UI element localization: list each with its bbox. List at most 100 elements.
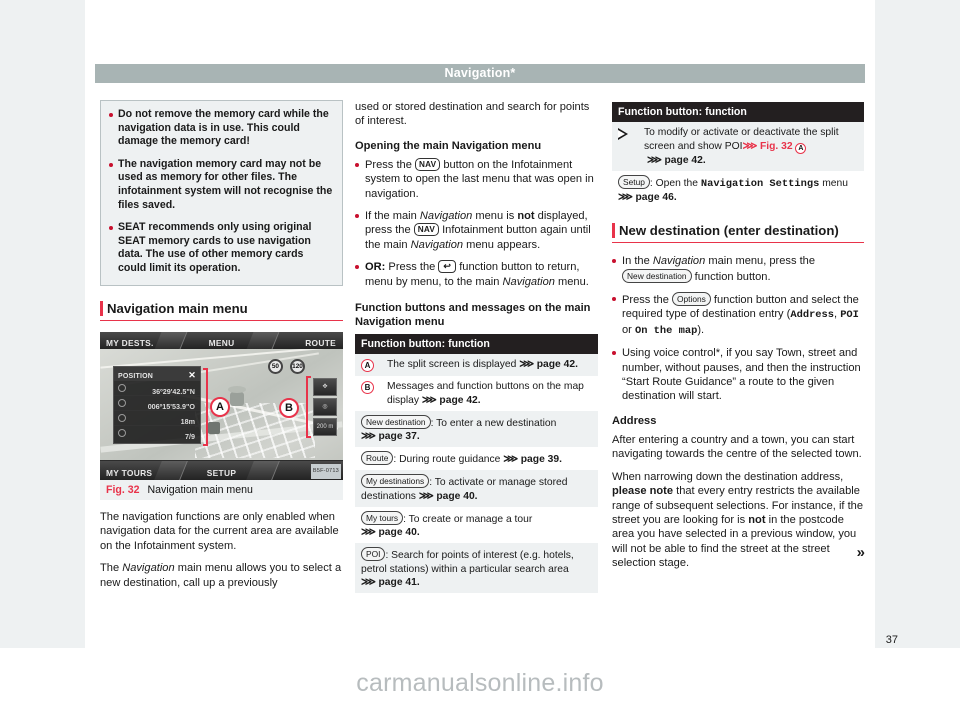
callout-bracket-a <box>203 367 208 446</box>
tab-my-dests[interactable]: MY DESTS. <box>106 336 154 350</box>
warning-item-3: SEAT recommends only using original SEAT… <box>109 221 334 275</box>
warning-item-2-text: The navigation memory card may not be us… <box>118 157 333 211</box>
table-row-text: Messages and function buttons on the map… <box>387 381 584 406</box>
tab-divider <box>154 460 188 480</box>
map-center-button[interactable]: ◎ <box>313 397 337 416</box>
page-ref[interactable]: ⋙ page 37. <box>361 431 420 442</box>
bullet-press-nav-button: Press the NAV button on the Infotainment… <box>355 157 598 201</box>
position-panel-title: POSITION <box>118 372 154 380</box>
map-pan-button[interactable]: ✥ <box>313 377 337 396</box>
subhead-address: Address <box>612 414 657 427</box>
figure-navigation-main-menu: 50 120 POSITION ✕ 36º29'42.5"N 006º15'53… <box>100 331 343 500</box>
tab-menu[interactable]: MENU <box>209 336 235 350</box>
map-side-buttons: ✥ ◎ 200 m <box>313 377 337 438</box>
tab-divider <box>246 460 280 480</box>
setup-button[interactable]: Setup <box>618 174 650 189</box>
warning-item-3-text: SEAT recommends only using original SEAT… <box>118 221 312 274</box>
page-ref[interactable]: ⋙ page 41. <box>361 577 420 588</box>
map-building <box>228 385 246 393</box>
function-button-table-right: Function button: function To modify or a… <box>612 102 864 209</box>
screen-top-tabbar: MY DESTS. MENU ROUTE <box>100 331 343 350</box>
tab-setup[interactable]: SETUP <box>207 466 236 480</box>
table-row: My destinations: To activate or manage s… <box>355 470 598 507</box>
continue-marker: » <box>856 544 866 562</box>
figure-caption-text: Navigation main menu <box>147 483 253 496</box>
page-ref[interactable]: ⋙ page 40. <box>419 491 478 502</box>
page-left-margin <box>0 0 85 648</box>
page-right-margin <box>875 0 960 648</box>
right-column: Function button: function To modify or a… <box>612 100 866 579</box>
callout-label-b: B <box>279 397 299 418</box>
table-row-text: The split screen is displayed ⋙ page 42. <box>387 359 578 371</box>
speed-sign-limit: 120 <box>290 358 305 374</box>
new-destination-button[interactable]: New destination <box>622 268 692 283</box>
position-satellites-value: 7/9 <box>185 431 195 441</box>
poi-button[interactable]: POI <box>361 547 386 562</box>
tab-divider <box>154 331 188 349</box>
tab-route[interactable]: ROUTE <box>305 336 336 350</box>
left-paragraph-2: The Navigation main menu allows you to s… <box>100 562 342 589</box>
or-label: OR: <box>365 261 386 274</box>
table-row-text: My tours: To create or manage a tour ⋙ p… <box>361 510 533 539</box>
speed-sign-current: 50 <box>267 358 283 374</box>
my-destinations-button[interactable]: My destinations <box>361 474 430 489</box>
running-head: Navigation* <box>95 64 865 83</box>
page-ref[interactable]: ⋙ page 42. <box>647 155 706 166</box>
new-destination-button[interactable]: New destination <box>361 414 431 429</box>
manual-page: Navigation* Do not remove the memory car… <box>0 0 960 708</box>
middle-column: used or stored destination and search fo… <box>355 100 598 603</box>
gps-satellite-icon <box>118 428 126 437</box>
table-row: Setup: Open the Navigation Settings menu… <box>612 170 864 209</box>
bullet-main-menu-not-displayed: If the main Navigation menu is not displ… <box>355 209 598 252</box>
page-number: 37 <box>885 634 898 646</box>
table-row-text: New destination: To enter a new destinat… <box>361 414 557 443</box>
bullet-voice-control: Using voice control*, if you say Town, s… <box>612 346 864 404</box>
bullet-dot-icon <box>109 226 113 231</box>
options-button[interactable]: Options <box>671 292 711 307</box>
right-paragraph-2: When narrowing down the destination addr… <box>612 470 863 570</box>
warning-item-1-text: Do not remove the memory card while the … <box>118 108 329 148</box>
navigation-settings-label: Navigation Settings <box>700 177 820 190</box>
tab-my-tours[interactable]: MY TOURS <box>106 466 152 480</box>
emphasis-please-note: please note <box>612 485 674 498</box>
bullet-dot-icon <box>109 162 113 167</box>
position-row-longitude: 006º15'53.9"O <box>114 396 200 411</box>
figure-ref[interactable]: ⋙ Fig. 32 <box>742 141 795 152</box>
middle-continuation-paragraph: used or stored destination and search fo… <box>355 101 590 128</box>
callout-a-icon: A <box>795 142 807 154</box>
page-ref[interactable]: ⋙ page 46. <box>618 192 677 203</box>
position-altitude-value: 18m <box>180 416 195 426</box>
subhead-opening-main-navigation-menu: Opening the main Navigation menu <box>355 139 542 152</box>
latitude-icon <box>118 383 126 392</box>
right-paragraph-1: After entering a country and a town, you… <box>612 433 862 461</box>
nav-italic-term: Navigation <box>410 238 464 251</box>
table-row-text: My destinations: To activate or manage s… <box>361 474 568 502</box>
function-button-table-middle: Function button: function A The split sc… <box>355 334 598 593</box>
route-button[interactable]: Route <box>361 451 394 466</box>
position-latitude-value: 36º29'42.5"N <box>152 386 195 396</box>
nav-key-icon[interactable]: NAV <box>413 223 439 237</box>
tab-divider <box>246 331 280 349</box>
back-key-icon[interactable]: ↩ <box>438 260 457 274</box>
page-ref[interactable]: ⋙ page 40. <box>361 527 420 538</box>
subhead-function-buttons-messages: Function buttons and messages on the mai… <box>355 302 591 329</box>
table-header-function-button: Function button: function <box>355 334 598 355</box>
warning-item-2: The navigation memory card may not be us… <box>109 158 334 212</box>
table-row: Route: During route guidance ⋙ page 39. <box>355 447 598 471</box>
callout-bracket-b <box>306 375 311 438</box>
altitude-icon <box>118 413 126 422</box>
section-heading-new-destination: New destination (enter destination) <box>612 222 864 244</box>
table-row: POI: Search for points of interest (e.g.… <box>355 543 598 593</box>
section-heading-navigation-main-menu: Navigation main menu <box>100 300 343 321</box>
page-ref[interactable]: ⋙ page 42. <box>422 395 481 406</box>
nav-key-icon[interactable]: NAV <box>414 157 441 171</box>
page-ref[interactable]: ⋙ page 39. <box>503 454 562 465</box>
page-ref[interactable]: ⋙ page 42. <box>519 359 578 370</box>
table-row-text: To modify or activate or deactivate the … <box>644 127 839 166</box>
table-header-function-button: Function button: function <box>612 102 864 123</box>
bullet-press-new-destination: In the Navigation main menu, press the N… <box>612 254 864 284</box>
map-zoom-button[interactable]: 200 m <box>313 417 337 436</box>
emphasis-not: not <box>517 210 535 223</box>
poi-option: POI <box>840 309 859 322</box>
my-tours-button[interactable]: My tours <box>361 510 404 525</box>
